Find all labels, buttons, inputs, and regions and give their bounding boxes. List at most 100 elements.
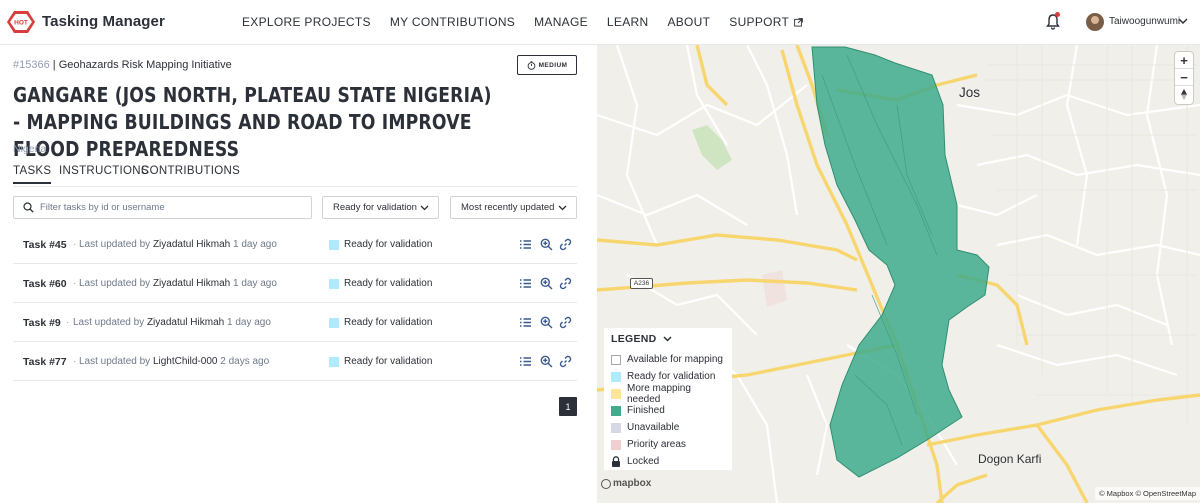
legend-item-priority: Priority areas: [611, 436, 725, 453]
task-updated-time: 1 day ago: [233, 278, 277, 289]
task-last-updated: Last updated by LightChild-000 2 days ag…: [79, 356, 269, 367]
mapbox-logo[interactable]: mapbox: [601, 478, 651, 489]
legend-label: More mapping needed: [627, 382, 691, 405]
user-avatar[interactable]: [1086, 13, 1104, 31]
status-filter-dropdown[interactable]: Ready for validation: [322, 196, 439, 219]
nav-about[interactable]: ABOUT: [667, 15, 710, 29]
list-icon[interactable]: [519, 238, 532, 251]
nav-explore-projects[interactable]: EXPLORE PROJECTS: [242, 15, 371, 29]
task-row[interactable]: Task #60 · Last updated by Ziyadatul Hik…: [13, 265, 577, 303]
zoom-in-icon[interactable]: [540, 355, 553, 368]
map-label-dogon-karfi: Dogon Karfi: [978, 452, 1042, 466]
task-name[interactable]: Task #77: [23, 356, 67, 368]
tab-contributions[interactable]: CONTRIBUTIONS: [141, 165, 240, 182]
task-updated-prefix: Last updated by: [79, 278, 151, 289]
compass-icon: [1181, 89, 1187, 100]
lock-icon: [612, 456, 620, 467]
task-updated-user[interactable]: Ziyadatul Hikmah: [153, 278, 230, 289]
nav-my-contributions[interactable]: MY CONTRIBUTIONS: [390, 15, 515, 29]
pagination-page-1[interactable]: 1: [559, 397, 577, 416]
legend-swatch: [611, 388, 621, 399]
timer-icon: [527, 60, 535, 70]
status-swatch: [329, 318, 339, 328]
brand-name[interactable]: Tasking Manager: [42, 13, 165, 30]
zoom-out-button[interactable]: −: [1175, 69, 1193, 86]
username[interactable]: Taiwoogunwumi: [1109, 16, 1180, 27]
link-icon[interactable]: [559, 277, 572, 290]
task-updated-user[interactable]: LightChild-000: [153, 356, 218, 367]
project-panel: #15366 | Geohazards Risk Mapping Initiat…: [0, 45, 597, 503]
status-swatch: [329, 357, 339, 367]
task-name[interactable]: Task #60: [23, 278, 67, 290]
legend-label: Priority areas: [627, 439, 686, 450]
notification-dot: [1055, 12, 1060, 17]
task-search-input[interactable]: [40, 202, 300, 213]
map-label-jos: Jos: [959, 85, 981, 100]
map-legend: LEGEND Available for mapping Ready for v…: [604, 328, 732, 470]
task-status: Ready for validation: [344, 356, 433, 367]
zoom-in-icon[interactable]: [540, 316, 553, 329]
task-map[interactable]: Jos Dogon Karfi A236 + − LEGEND Availabl…: [597, 45, 1200, 503]
link-icon[interactable]: [559, 355, 572, 368]
nav-learn[interactable]: LEARN: [607, 15, 649, 29]
task-name[interactable]: Task #9: [23, 317, 61, 329]
task-name[interactable]: Task #45: [23, 239, 67, 251]
nav-support-label: SUPPORT: [729, 15, 790, 29]
task-status: Ready for validation: [344, 278, 433, 289]
chevron-down-icon[interactable]: [1178, 17, 1188, 25]
sort-dropdown[interactable]: Most recently updated: [450, 196, 577, 219]
task-updated-time: 1 day ago: [227, 317, 271, 328]
legend-title: LEGEND: [611, 333, 657, 345]
separator-dot: ·: [66, 317, 70, 328]
external-link-icon: [794, 17, 804, 27]
task-search-box[interactable]: [13, 196, 312, 219]
zoom-controls: + −: [1175, 52, 1193, 104]
chevron-down-icon: [558, 205, 567, 211]
nav-manage[interactable]: MANAGE: [534, 15, 588, 29]
task-updated-user[interactable]: Ziyadatul Hikmah: [147, 317, 224, 328]
link-icon[interactable]: [559, 316, 572, 329]
status-filter-value: Ready for validation: [333, 202, 417, 213]
task-updated-user[interactable]: Ziyadatul Hikmah: [153, 239, 230, 250]
link-icon[interactable]: [559, 238, 572, 251]
legend-item-more-mapping: More mapping needed: [611, 382, 725, 405]
hot-logo-icon[interactable]: HOT: [6, 10, 36, 34]
zoom-in-icon[interactable]: [540, 277, 553, 290]
legend-item-locked: Locked: [611, 453, 725, 470]
tab-tasks[interactable]: TASKS: [13, 165, 52, 184]
legend-swatch: [611, 354, 621, 365]
nav-support[interactable]: SUPPORT: [729, 15, 804, 29]
legend-label: Locked: [627, 456, 660, 467]
legend-label: Ready for validation: [627, 371, 716, 382]
legend-swatch: [611, 371, 621, 382]
compass-button[interactable]: [1175, 86, 1193, 103]
finished-task-area: [811, 46, 990, 478]
chevron-down-icon: [663, 336, 672, 342]
project-id[interactable]: #15366: [13, 59, 50, 71]
mapbox-wordmark: mapbox: [613, 478, 652, 489]
task-updated-prefix: Last updated by: [79, 239, 151, 250]
zoom-in-icon[interactable]: [540, 238, 553, 251]
list-icon[interactable]: [519, 277, 532, 290]
status-swatch: [329, 279, 339, 289]
task-row[interactable]: Task #45 · Last updated by Ziyadatul Hik…: [13, 226, 577, 264]
status-swatch: [329, 240, 339, 250]
task-last-updated: Last updated by Ziyadatul Hikmah 1 day a…: [73, 317, 271, 328]
list-icon[interactable]: [519, 355, 532, 368]
list-icon[interactable]: [519, 316, 532, 329]
project-organization: | Geohazards Risk Mapping Initiative: [52, 59, 232, 71]
separator-dot: ·: [73, 278, 77, 289]
tab-instructions[interactable]: INSTRUCTIONS: [59, 165, 149, 182]
project-tabs: TASKS INSTRUCTIONS CONTRIBUTIONS: [13, 165, 577, 187]
legend-toggle[interactable]: LEGEND: [611, 333, 725, 345]
task-updated-time: 2 days ago: [220, 356, 270, 367]
task-row[interactable]: Task #9 · Last updated by Ziyadatul Hikm…: [13, 304, 577, 342]
map-attribution[interactable]: © Mapbox © OpenStreetMap: [1095, 487, 1200, 500]
svg-text:HOT: HOT: [14, 20, 28, 27]
task-updated-prefix: Last updated by: [73, 317, 145, 328]
legend-label: Unavailable: [627, 422, 680, 433]
zoom-in-button[interactable]: +: [1175, 52, 1193, 69]
task-row[interactable]: Task #77 · Last updated by LightChild-00…: [13, 343, 577, 381]
sort-value: Most recently updated: [461, 202, 555, 213]
legend-item-available: Available for mapping: [611, 351, 725, 368]
